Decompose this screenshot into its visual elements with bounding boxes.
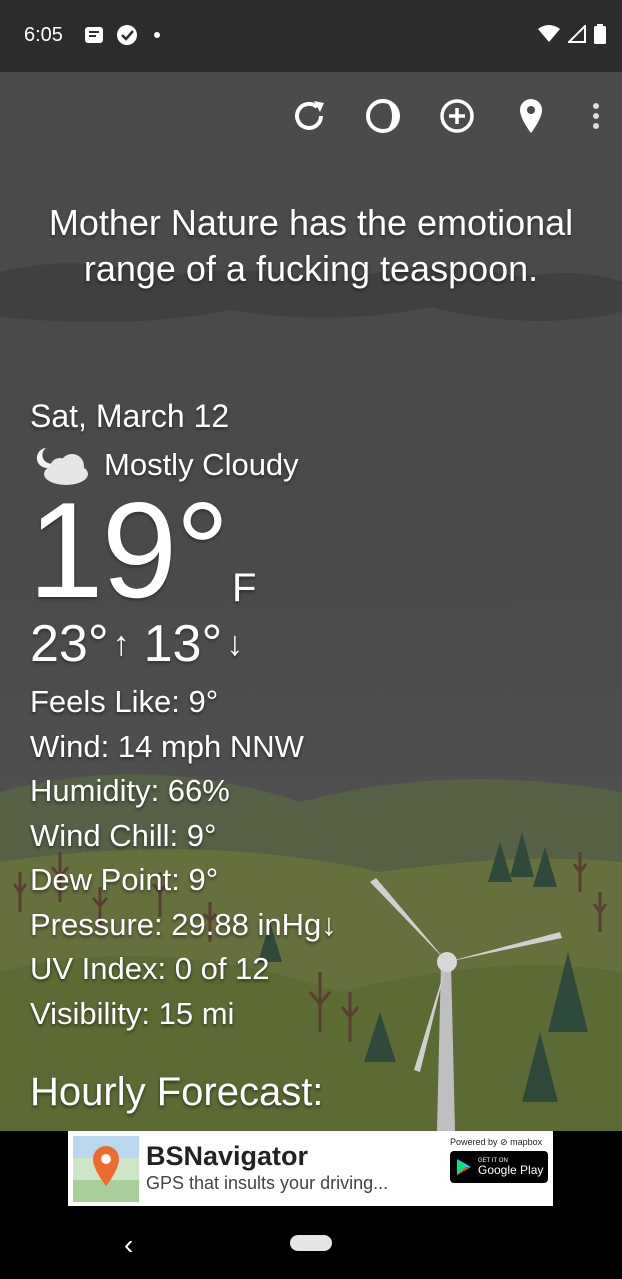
high-arrow-icon: ↑ — [112, 624, 130, 663]
battery-icon — [594, 24, 606, 44]
google-play-button[interactable]: GET IT ON Google Play — [450, 1151, 548, 1183]
dot-icon — [154, 32, 160, 38]
ad-title: BSNavigator — [146, 1141, 309, 1171]
weather-details: Feels Like: 9° Wind: 14 mph NNW Humidity… — [30, 680, 337, 1036]
low-arrow-icon: ↓ — [226, 624, 244, 663]
wind-chill: Wind Chill: 9° — [30, 817, 217, 853]
back-button[interactable]: ‹ — [124, 1229, 133, 1261]
notification-icon — [85, 27, 103, 43]
mapbox-attribution: Powered by ⊘ mapbox — [450, 1137, 543, 1147]
current-temperature: 19° — [28, 474, 230, 626]
location-button[interactable] — [512, 95, 550, 137]
refresh-button[interactable] — [290, 95, 328, 137]
add-location-button[interactable] — [438, 95, 476, 137]
check-circle-icon — [117, 25, 137, 45]
signal-icon — [568, 25, 586, 43]
status-bar: 6:05 — [0, 0, 622, 72]
temperature-unit: F — [232, 566, 257, 610]
ad-subtitle: GPS that insults your driving... — [146, 1173, 389, 1193]
home-handle[interactable] — [290, 1235, 332, 1251]
humidity: Humidity: 66% — [30, 773, 230, 808]
google-play-icon — [457, 1159, 471, 1175]
feels-like: Feels Like: 9° — [30, 684, 219, 719]
map-pin-app-icon — [73, 1136, 139, 1202]
play-big-text: Google Play — [478, 1163, 544, 1177]
wind: Wind: 14 mph NNW — [30, 728, 304, 764]
weather-background: Mother Nature has the emotional range of… — [0, 72, 622, 1131]
status-time: 6:05 — [24, 24, 63, 46]
hourly-forecast-heading: Hourly Forecast: — [30, 1070, 324, 1114]
theme-icon — [366, 99, 400, 133]
ad-banner[interactable]: BSNavigator GPS that insults your drivin… — [68, 1131, 553, 1206]
pressure: Pressure: 29.88 inHg↓ — [30, 906, 337, 942]
refresh-icon — [295, 101, 324, 130]
add-location-icon — [440, 99, 474, 133]
high-temperature: 23° — [30, 615, 109, 673]
weather-quote: Mother Nature has the emotional range of… — [48, 202, 574, 289]
theme-button[interactable] — [364, 95, 402, 137]
high-low-temperatures: 23° ↑ 13° ↓ — [30, 614, 257, 674]
toolbar — [290, 95, 606, 137]
location-pin-icon — [520, 99, 542, 133]
wifi-icon — [538, 25, 560, 42]
system-nav-bar: ‹ — [0, 1209, 622, 1279]
more-vert-icon — [593, 103, 599, 129]
overflow-menu-button[interactable] — [586, 95, 606, 137]
uv-index: UV Index: 0 of 12 — [30, 951, 270, 986]
visibility: Visibility: 15 mi — [30, 995, 235, 1031]
forecast-date: Sat, March 12 — [30, 398, 230, 434]
dew-point: Dew Point: 9° — [30, 862, 219, 897]
low-temperature: 13° — [143, 615, 223, 673]
